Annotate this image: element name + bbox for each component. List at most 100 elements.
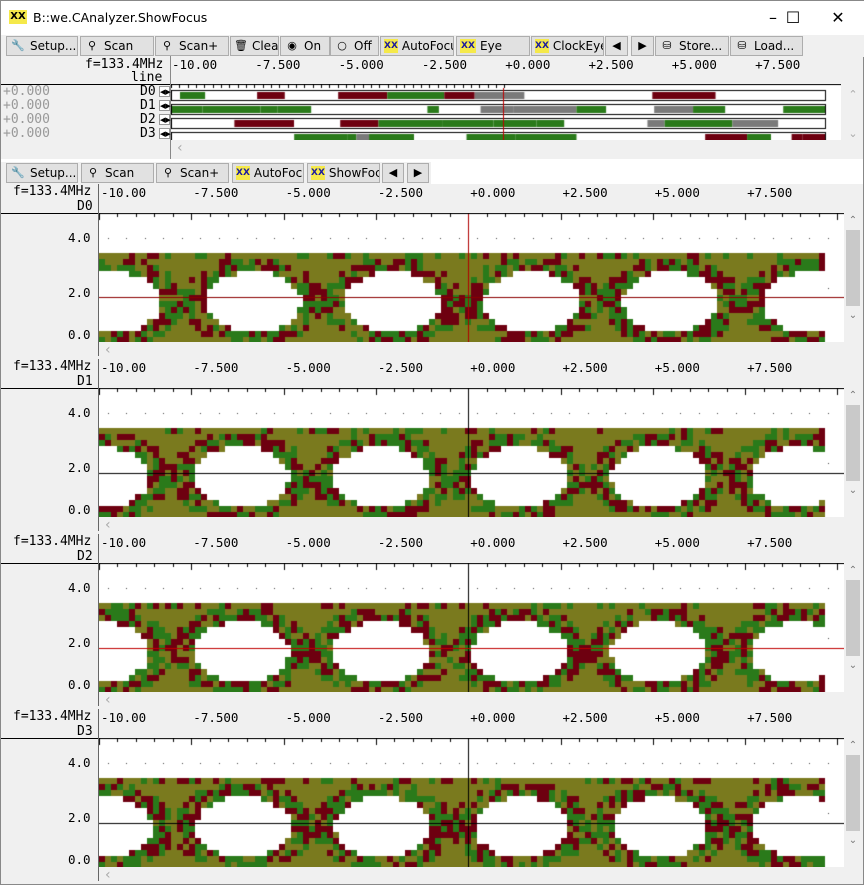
overview-pane: f=133.4MHz line +0.000 D0 ◀▶ +0.000 D1 ◀▶ +0.0… [1,56,863,159]
panel-channel-name: D0 [77,199,93,214]
y-tick-label: 4.0 [68,755,91,770]
eye-panel-d3: f=133.4MHz D3 -10.00 -7.500 -5.000 -2.500 +0.0… [1,709,863,884]
setup-button[interactable]: 🔧 Setup... [6,163,78,183]
row-shift-arrows-icon[interactable]: ◀▶ [159,128,171,139]
panel-channel-name: D3 [77,724,93,739]
panel-hscrollbar[interactable]: ‹ [99,692,844,708]
x-tick-label: +2.500 [562,185,608,200]
y-tick-label: 4.0 [68,405,91,420]
row-shift-arrows-icon[interactable]: ◀▶ [159,100,171,111]
panel-hscrollbar[interactable]: ‹ [99,867,844,883]
eye-pattern-icon: XX [535,39,549,53]
panel-hscrollbar[interactable]: ‹ [99,342,844,358]
maximize-button[interactable]: ☐ [773,7,813,29]
setup-button[interactable]: 🔧 Setup... [6,36,78,56]
scan-button[interactable]: ⚲ Scan [81,163,154,183]
scan-magnifier-icon: ⚲ [88,166,98,179]
x-tick-label: +0.000 [470,710,516,725]
load-icon: ⛁ [737,39,747,52]
overview-timing-bars [171,84,841,140]
x-tick-label: +2.500 [562,360,608,375]
row-offset[interactable]: +0.000 [3,126,50,141]
button-label: Store... [679,39,723,53]
x-tick-label: +0.000 [470,185,516,200]
arrow-right-button[interactable]: ▶ [631,36,654,56]
overview-vscrollbar[interactable]: ⌃ ⌄ [843,56,863,156]
off-button[interactable]: ○ Off [330,36,379,56]
panel-freq: f=133.4MHz [13,184,92,199]
radio-on-icon: ◉ [287,39,297,52]
eye-diagram [99,388,844,517]
x-tick-label: -10.00 [101,535,147,550]
autofocus-icon: XX [384,39,398,53]
eye-panel-d2: f=133.4MHz D2 -10.00 -7.500 -5.000 -2.500 +0.0… [1,534,863,709]
eye-diagram [99,563,844,692]
x-tick-label: +0.000 [505,57,551,72]
x-tick-label: +7.500 [747,185,793,200]
scan-plus-button[interactable]: ⚲ Scan+ [155,36,229,56]
eye-panel-d1: f=133.4MHz D1 -10.00 -7.500 -5.000 -2.500 +0.0… [1,359,863,534]
close-button[interactable]: ✕ [818,7,858,29]
panel-toolbar: 🔧Setup... ⚲ Scan ⚲Scan+XXAutoFocusXXShowFoc… [1,162,431,184]
overview-hscrollbar[interactable]: ‹ [171,140,843,157]
clockeye-button[interactable]: XX ClockEye [531,36,604,56]
x-tick-label: +2.500 [562,710,608,725]
scan-magnifier-icon: ⚲ [162,39,172,52]
y-tick-label: 2.0 [68,810,91,825]
x-tick-label: -2.500 [377,535,424,550]
row-name: D2 [140,112,156,127]
panel-vscrollbar[interactable]: ⌃ ⌄ [844,388,862,518]
row-shift-arrows-icon[interactable]: ◀▶ [159,114,171,125]
clear-button[interactable]: 🗑Clear [230,36,279,56]
x-tick-label: +7.500 [755,57,801,72]
autofocus-button[interactable]: XXAutoFocus [232,163,304,183]
eye-pattern-icon: XX [9,10,27,24]
y-tick-label: 2.0 [68,460,91,475]
panel-vscrollbar[interactable]: ⌃ ⌄ [844,213,862,343]
button-label: ShowFocus [328,166,379,180]
panel-vscrollbar[interactable]: ⌃ ⌄ [844,563,862,693]
panel-hscrollbar[interactable]: ‹ [99,517,844,533]
eye-diagram [99,213,844,342]
row-offset[interactable]: +0.000 [3,84,50,99]
x-tick-label: +5.000 [671,57,717,72]
x-tick-label: -10.00 [101,710,147,725]
row-offset[interactable]: +0.000 [3,98,50,113]
x-tick-label: +5.000 [654,360,700,375]
panel-vscrollbar[interactable]: ⌃ ⌄ [844,738,862,868]
scan-plus-button[interactable]: ⚲ Scan+ [156,163,229,183]
eye-button[interactable]: XX Eye [456,36,530,56]
scan-button[interactable]: ⚲ Scan [80,36,154,56]
x-tick-label: -5.000 [338,57,384,72]
panel-channel-name: D2 [77,549,93,564]
x-tick-label: -7.500 [193,535,239,550]
showfocus-button[interactable]: XXShowFocus [307,163,380,183]
arrow-right-button[interactable]: ▶ [407,163,429,183]
on-button[interactable]: ◉ On [280,36,330,56]
panel-freq: f=133.4MHz [13,534,92,549]
x-tick-label: +7.500 [747,710,793,725]
arrow-left-button[interactable]: ◀ [382,163,404,183]
x-tick-label: -10.00 [101,360,147,375]
y-tick-label: 0.0 [68,502,91,517]
y-tick-label: 2.0 [68,635,91,650]
store-button[interactable]: ⛁ Store... [655,36,729,56]
autofocus-button[interactable]: XXAutoFocus [380,36,454,56]
store-icon: ⛁ [662,39,672,52]
button-label: Scan [105,166,135,180]
trash-icon: 🗑 [234,39,248,52]
row-offset[interactable]: +0.000 [3,112,50,127]
arrow-right-icon: ▶ [638,39,647,52]
x-tick-label: -10.00 [101,185,147,200]
load-button[interactable]: ⛁ Load... [730,36,803,56]
arrow-left-button[interactable]: ◀ [605,36,628,56]
row-name: D1 [140,98,156,113]
scan-magnifier-icon: ⚲ [163,166,173,179]
x-tick-label: -2.500 [377,360,424,375]
x-tick-label: -10.00 [172,57,218,72]
button-label: Load... [754,39,795,53]
x-tick-label: +2.500 [588,57,634,72]
row-shift-arrows-icon[interactable]: ◀▶ [159,86,171,97]
x-tick-label: +7.500 [747,360,793,375]
panel-freq: f=133.4MHz [13,359,92,374]
